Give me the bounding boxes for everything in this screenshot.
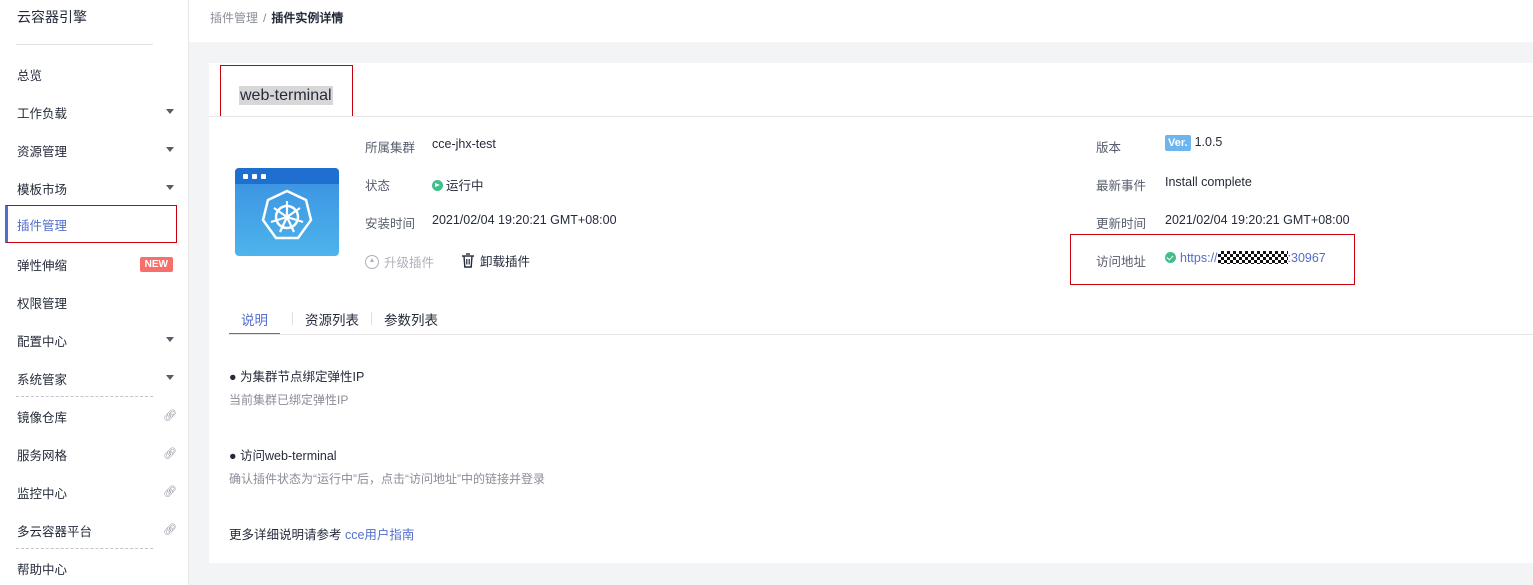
- upgrade-icon: [365, 254, 379, 269]
- sidebar-item-multicloud[interactable]: 多云容器平台 🔗︎: [5, 511, 177, 549]
- access-url-suffix: :30967: [1287, 251, 1326, 265]
- check-circle-icon: [1165, 252, 1176, 263]
- sidebar-item-system-steward[interactable]: 系统管家: [5, 359, 177, 397]
- plugin-logo: [235, 168, 339, 256]
- sidebar-item-label: 监控中心: [17, 486, 68, 501]
- external-link-icon: 🔗︎: [163, 486, 177, 498]
- external-link-icon: 🔗︎: [163, 410, 177, 422]
- cluster-value: cce-jhx-test: [432, 137, 496, 151]
- plugin-detail-card: web-terminal 所属集群 cce-jhx-test 状态 运行中 安装…: [209, 63, 1533, 563]
- uninstall-label: 卸载插件: [480, 255, 531, 269]
- tab-divider: [292, 312, 293, 325]
- status-value: 运行中: [432, 175, 484, 194]
- tab-bar: 说明 资源列表 参数列表: [229, 309, 438, 335]
- sidebar-item-overview[interactable]: 总览: [5, 55, 177, 93]
- sidebar-item-label: 服务网格: [17, 448, 68, 463]
- sidebar-item-label: 弹性伸缩: [17, 258, 68, 273]
- sidebar: 云容器引擎 总览 工作负载 资源管理 模板市场 插件管理 弹性伸缩 NEW 权限…: [0, 0, 189, 585]
- version-label: 版本: [1096, 141, 1122, 155]
- sidebar-item-service-mesh[interactable]: 服务网格 🔗︎: [5, 435, 177, 473]
- external-link-icon: 🔗︎: [163, 524, 177, 536]
- access-url-prefix: https://: [1180, 251, 1218, 265]
- trash-icon: [462, 253, 474, 268]
- sidebar-item-label: 资源管理: [17, 144, 68, 159]
- section-access-title: ● 访问web-terminal: [229, 449, 337, 463]
- sidebar-item-monitoring[interactable]: 监控中心 🔗︎: [5, 473, 177, 511]
- page-title: web-terminal: [239, 86, 333, 105]
- section-eip-text: 当前集群已绑定弹性IP: [229, 393, 349, 407]
- sidebar-divider: [16, 44, 153, 45]
- sidebar-item-resources[interactable]: 资源管理: [5, 131, 177, 169]
- status-label: 状态: [365, 179, 391, 193]
- section-access-text: 确认插件状态为“运行中”后，点击“访问地址”中的链接并登录: [229, 472, 545, 486]
- kubernetes-wheel-icon: [261, 189, 313, 240]
- tab-parameter-list[interactable]: 参数列表: [384, 309, 438, 335]
- external-link-icon: 🔗︎: [163, 448, 177, 460]
- sidebar-item-workloads[interactable]: 工作负载: [5, 93, 177, 131]
- update-time-label: 更新时间: [1096, 217, 1147, 231]
- status-text: 运行中: [446, 179, 484, 193]
- new-badge: NEW: [139, 257, 173, 272]
- chevron-down-icon: [166, 337, 174, 342]
- tab-resource-list[interactable]: 资源列表: [305, 309, 359, 335]
- cluster-label: 所属集群: [365, 141, 416, 155]
- sidebar-item-permissions[interactable]: 权限管理: [5, 283, 177, 321]
- latest-event-label: 最新事件: [1096, 179, 1147, 193]
- more-info-text: 更多详细说明请参考: [229, 528, 345, 542]
- title-highlight-box: web-terminal: [220, 65, 353, 117]
- uninstall-plugin-button[interactable]: 卸载插件: [461, 251, 530, 270]
- window-dot: [243, 174, 248, 179]
- masked-ip: [1217, 251, 1288, 264]
- latest-event-value: Install complete: [1165, 175, 1252, 189]
- version-number: 1.0.5: [1194, 135, 1223, 149]
- sidebar-item-config-center[interactable]: 配置中心: [5, 321, 177, 359]
- tabs-underline: [229, 334, 1533, 335]
- access-address-label: 访问地址: [1096, 255, 1147, 269]
- window-dot: [261, 174, 266, 179]
- tab-divider: [371, 312, 372, 325]
- breadcrumb-bar: 插件管理 / 插件实例详情: [189, 0, 1533, 42]
- breadcrumb-parent[interactable]: 插件管理: [210, 11, 258, 25]
- chevron-down-icon: [166, 109, 174, 114]
- sidebar-item-templates[interactable]: 模板市场: [5, 169, 177, 207]
- app-title: 云容器引擎: [17, 9, 87, 25]
- sidebar-item-label: 多云容器平台: [17, 524, 93, 539]
- sidebar-item-label: 权限管理: [17, 296, 68, 311]
- running-status-icon: [432, 180, 443, 191]
- sidebar-item-label: 镜像仓库: [17, 410, 68, 425]
- breadcrumb-current: 插件实例详情: [271, 11, 344, 25]
- sidebar-item-label: 模板市场: [17, 182, 68, 197]
- window-dot: [252, 174, 257, 179]
- more-info: 更多详细说明请参考 cce用户指南: [229, 524, 414, 543]
- user-guide-link[interactable]: cce用户指南: [345, 528, 414, 542]
- breadcrumb: 插件管理 / 插件实例详情: [210, 9, 343, 26]
- sidebar-item-autoscaling[interactable]: 弹性伸缩 NEW: [5, 245, 177, 283]
- sidebar-item-label: 系统管家: [17, 372, 68, 387]
- update-time-value: 2021/02/04 19:20:21 GMT+08:00: [1165, 213, 1350, 227]
- window-bar: [235, 168, 339, 184]
- install-time-value: 2021/02/04 19:20:21 GMT+08:00: [432, 213, 617, 227]
- sidebar-item-plugins[interactable]: 插件管理: [5, 205, 177, 243]
- sidebar-item-label: 插件管理: [17, 218, 68, 233]
- sidebar-item-image-registry[interactable]: 镜像仓库 🔗︎: [5, 397, 177, 435]
- breadcrumb-separator: /: [263, 11, 267, 25]
- sidebar-item-label: 总览: [17, 68, 43, 83]
- upgrade-plugin-button[interactable]: 升级插件: [365, 252, 434, 271]
- version-badge-icon: Ver.: [1165, 135, 1191, 151]
- section-eip-title: ● 为集群节点绑定弹性IP: [229, 370, 365, 384]
- chevron-down-icon: [166, 185, 174, 190]
- card-divider: [209, 116, 1533, 117]
- chevron-down-icon: [166, 375, 174, 380]
- sidebar-item-help[interactable]: 帮助中心: [5, 549, 177, 585]
- access-address-value: https:// :30967: [1165, 251, 1326, 265]
- access-address-link[interactable]: https:// :30967: [1180, 251, 1326, 265]
- upgrade-label: 升级插件: [384, 256, 435, 270]
- chevron-down-icon: [166, 147, 174, 152]
- install-time-label: 安装时间: [365, 217, 416, 231]
- sidebar-item-label: 配置中心: [17, 334, 68, 349]
- sidebar-item-label: 工作负载: [17, 106, 68, 121]
- sidebar-item-label: 帮助中心: [17, 562, 68, 577]
- tab-description[interactable]: 说明: [229, 309, 280, 335]
- version-value: Ver. 1.0.5: [1165, 135, 1222, 151]
